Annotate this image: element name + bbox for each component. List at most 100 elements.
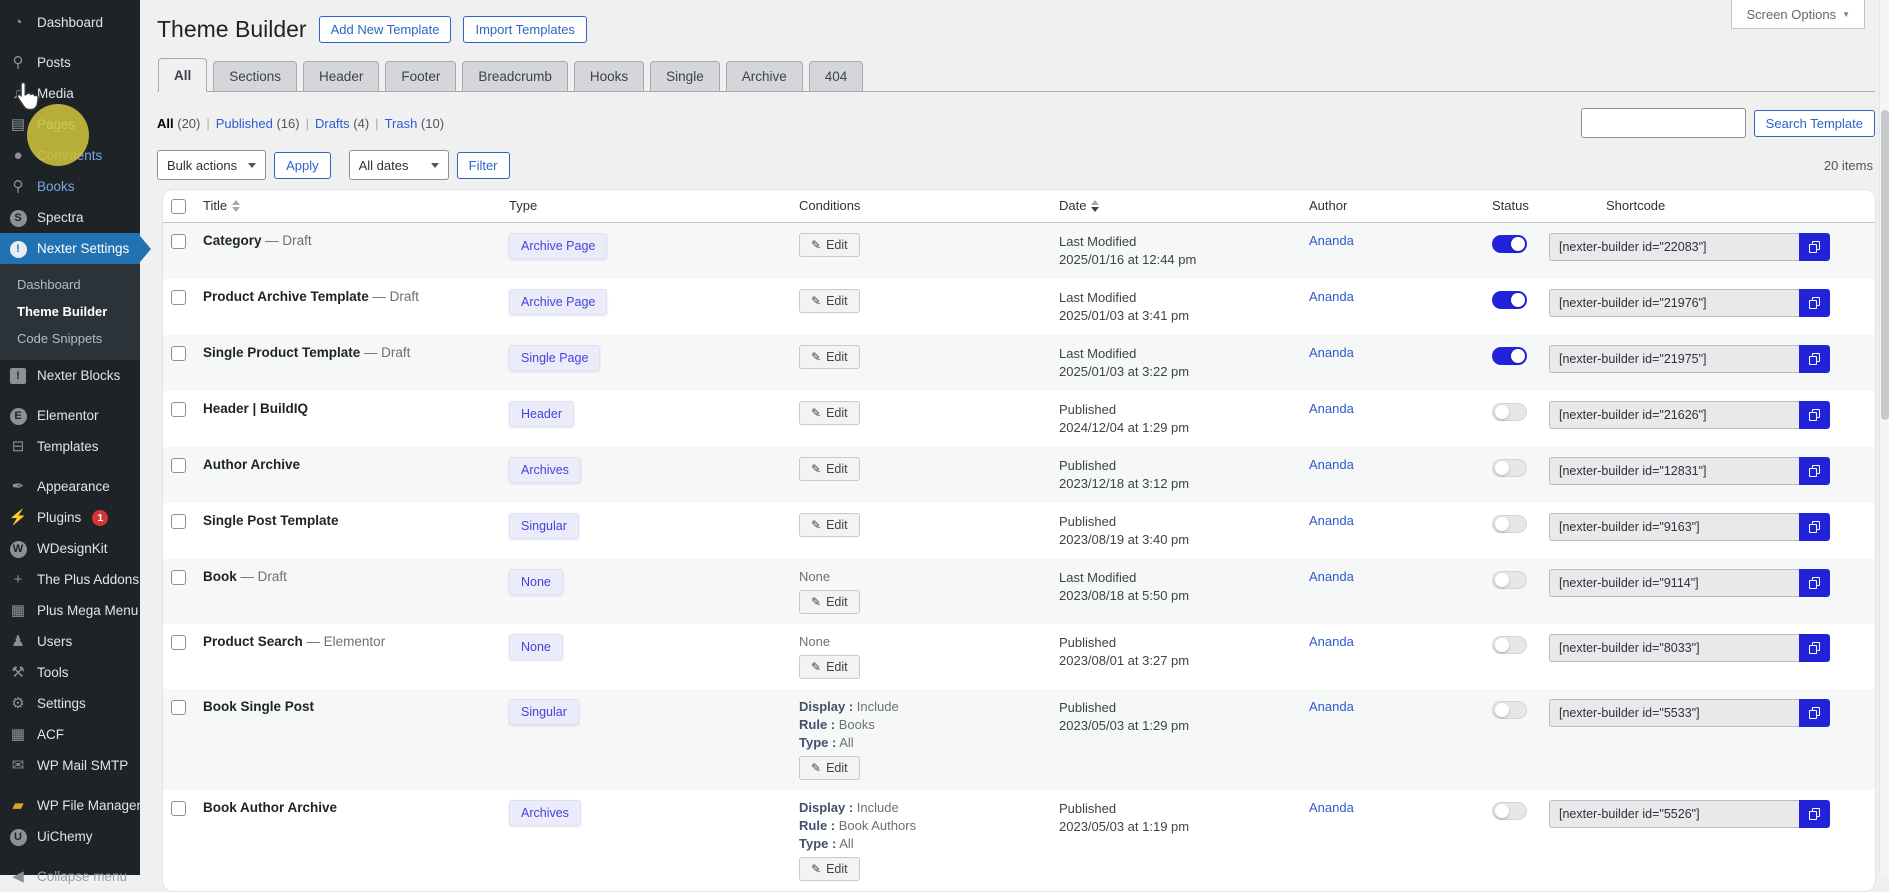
copy-shortcode-button[interactable]: [1799, 401, 1830, 429]
sidebar-item-plus-mega-menu[interactable]: ▦ Plus Mega Menu: [0, 595, 140, 626]
status-toggle[interactable]: [1492, 701, 1527, 719]
shortcode-field[interactable]: [nexter-builder id="8033"]: [1549, 634, 1799, 662]
edit-conditions-button[interactable]: ✎ Edit: [799, 345, 860, 369]
sidebar-item-books[interactable]: ⚲ Books: [0, 171, 140, 202]
sidebar-item-nexter-settings[interactable]: ! Nexter Settings: [0, 233, 151, 264]
sidebar-item-templates[interactable]: ⊟ Templates: [0, 431, 140, 462]
row-checkbox[interactable]: [171, 635, 186, 650]
template-title[interactable]: Book Author Archive: [203, 800, 337, 815]
row-checkbox[interactable]: [171, 458, 186, 473]
author-link[interactable]: Ananda: [1309, 457, 1354, 472]
select-all-checkbox[interactable]: [171, 199, 186, 214]
status-toggle[interactable]: [1492, 515, 1527, 533]
tab-all[interactable]: All: [158, 58, 208, 92]
shortcode-field[interactable]: [nexter-builder id="21626"]: [1549, 401, 1799, 429]
sidebar-item-tools[interactable]: ⚒ Tools: [0, 657, 140, 688]
sidebar-item-wp-file-manager[interactable]: ▰ WP File Manager: [0, 790, 141, 821]
row-checkbox[interactable]: [171, 346, 186, 361]
column-header-date[interactable]: Date: [1051, 190, 1301, 221]
author-link[interactable]: Ananda: [1309, 289, 1354, 304]
view-all[interactable]: All (20): [157, 116, 200, 131]
edit-conditions-button[interactable]: ✎ Edit: [799, 457, 860, 481]
dates-filter-select[interactable]: All dates: [348, 150, 449, 180]
row-checkbox[interactable]: [171, 290, 186, 305]
copy-shortcode-button[interactable]: [1799, 800, 1830, 828]
search-template-button[interactable]: Search Template: [1753, 109, 1875, 137]
status-toggle[interactable]: [1492, 571, 1527, 589]
sidebar-item-comments[interactable]: ● Comments: [0, 140, 140, 171]
copy-shortcode-button[interactable]: [1799, 457, 1830, 485]
template-title[interactable]: Single Product Template: [203, 345, 360, 360]
sidebar-item-settings[interactable]: ⚙ Settings: [0, 688, 140, 719]
copy-shortcode-button[interactable]: [1799, 345, 1830, 373]
author-link[interactable]: Ananda: [1309, 513, 1354, 528]
sidebar-item-spectra[interactable]: S Spectra: [0, 202, 140, 233]
vertical-scrollbar[interactable]: [1879, 0, 1889, 875]
view-drafts[interactable]: Drafts (4): [315, 116, 369, 131]
filter-button[interactable]: Filter: [456, 151, 510, 179]
template-title[interactable]: Product Search: [203, 634, 303, 649]
tab-footer[interactable]: Footer: [385, 61, 457, 91]
view-trash[interactable]: Trash (10): [385, 116, 444, 131]
sidebar-item-posts[interactable]: ⚲ Posts: [0, 47, 140, 78]
sidebar-item-pages[interactable]: ▤ Pages: [0, 109, 140, 140]
tab-breadcrumb[interactable]: Breadcrumb: [462, 61, 568, 91]
template-title[interactable]: Book: [203, 569, 237, 584]
sidebar-item-elementor[interactable]: E Elementor: [0, 400, 140, 431]
edit-conditions-button[interactable]: ✎ Edit: [799, 233, 860, 257]
author-link[interactable]: Ananda: [1309, 233, 1354, 248]
submenu-item-code-snippets[interactable]: Code Snippets: [0, 325, 140, 352]
row-checkbox[interactable]: [171, 402, 186, 417]
row-checkbox[interactable]: [171, 801, 186, 816]
sidebar-item-wp-mail-smtp[interactable]: ✉ WP Mail SMTP: [0, 750, 140, 781]
status-toggle[interactable]: [1492, 291, 1527, 309]
copy-shortcode-button[interactable]: [1799, 233, 1830, 261]
sidebar-item-dashboard[interactable]: ◔ Dashboard: [0, 7, 140, 38]
copy-shortcode-button[interactable]: [1799, 513, 1830, 541]
copy-shortcode-button[interactable]: [1799, 699, 1830, 727]
sidebar-item-uichemy[interactable]: U UiChemy: [0, 821, 140, 852]
row-checkbox[interactable]: [171, 514, 186, 529]
shortcode-field[interactable]: [nexter-builder id="5533"]: [1549, 699, 1799, 727]
search-input[interactable]: [1580, 108, 1746, 138]
shortcode-field[interactable]: [nexter-builder id="5526"]: [1549, 800, 1799, 828]
sidebar-item-collapse-menu[interactable]: ◀ Collapse menu: [0, 861, 140, 892]
screen-options-button[interactable]: Screen Options ▼: [1731, 0, 1865, 29]
edit-conditions-button[interactable]: ✎ Edit: [799, 590, 860, 614]
edit-conditions-button[interactable]: ✎ Edit: [799, 289, 860, 313]
template-title[interactable]: Book Single Post: [203, 699, 314, 714]
tab-404[interactable]: 404: [808, 61, 864, 91]
template-title[interactable]: Author Archive: [203, 457, 300, 472]
shortcode-field[interactable]: [nexter-builder id="21976"]: [1549, 289, 1799, 317]
bulk-actions-select[interactable]: Bulk actions: [157, 150, 267, 180]
template-title[interactable]: Product Archive Template: [203, 289, 369, 304]
sidebar-item-plugins[interactable]: ⚡ Plugins 1: [0, 502, 140, 533]
column-header-title[interactable]: Title: [195, 190, 501, 221]
author-link[interactable]: Ananda: [1309, 401, 1354, 416]
row-checkbox[interactable]: [171, 700, 186, 715]
submenu-item-theme-builder[interactable]: Theme Builder: [0, 298, 140, 325]
shortcode-field[interactable]: [nexter-builder id="9163"]: [1549, 513, 1799, 541]
submenu-item-dashboard[interactable]: Dashboard: [0, 271, 140, 298]
author-link[interactable]: Ananda: [1309, 699, 1354, 714]
edit-conditions-button[interactable]: ✎ Edit: [799, 756, 860, 780]
row-checkbox[interactable]: [171, 234, 186, 249]
shortcode-field[interactable]: [nexter-builder id="22083"]: [1549, 233, 1799, 261]
status-toggle[interactable]: [1492, 403, 1527, 421]
status-toggle[interactable]: [1492, 347, 1527, 365]
sidebar-item-wdesignkit[interactable]: W WDesignKit: [0, 533, 140, 564]
row-checkbox[interactable]: [171, 570, 186, 585]
sidebar-item-nexter-blocks[interactable]: ! Nexter Blocks: [0, 360, 140, 391]
author-link[interactable]: Ananda: [1309, 634, 1354, 649]
add-new-template-button[interactable]: Add New Template: [318, 16, 452, 43]
shortcode-field[interactable]: [nexter-builder id="9114"]: [1549, 569, 1799, 597]
template-title[interactable]: Header | BuildIQ: [203, 401, 308, 416]
copy-shortcode-button[interactable]: [1799, 634, 1830, 662]
tab-header[interactable]: Header: [303, 61, 380, 91]
status-toggle[interactable]: [1492, 636, 1527, 654]
tab-archive[interactable]: Archive: [725, 61, 803, 91]
sidebar-item-appearance[interactable]: ✒ Appearance: [0, 471, 140, 502]
edit-conditions-button[interactable]: ✎ Edit: [799, 401, 860, 425]
tab-hooks[interactable]: Hooks: [573, 61, 645, 91]
status-toggle[interactable]: [1492, 459, 1527, 477]
